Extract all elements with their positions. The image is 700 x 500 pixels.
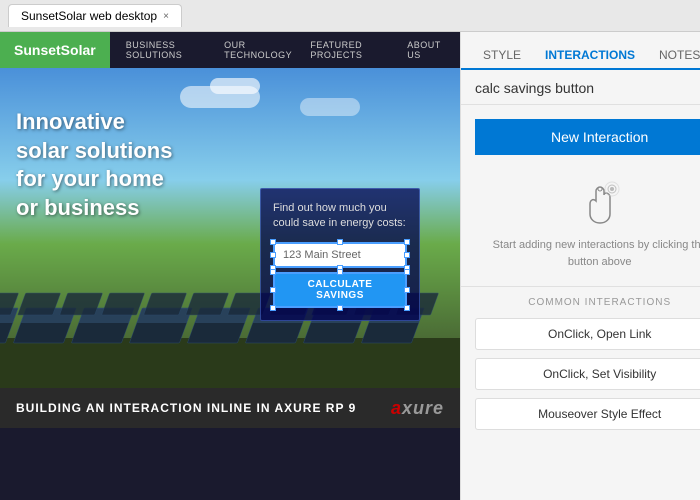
tab-interactions[interactable]: INTERACTIONS [533,42,647,70]
new-interaction-label: New Interaction [551,129,648,145]
nav-link-3[interactable]: FEATURED PROJECTS [310,40,389,60]
site-logo: SunsetSolar [0,32,110,68]
tab-label: SunsetSolar web desktop [21,9,157,23]
site-hero: Innovativesolar solutionsfor your homeor… [0,68,460,388]
btn-handle-tl[interactable] [270,269,276,275]
bottom-bar: BUILDING AN INTERACTION INLINE IN AXURE … [0,388,460,428]
divider [461,286,700,287]
cloud-3 [300,98,360,116]
right-panel: STYLE INTERACTIONS NOTES ⋮ calc savings … [460,32,700,500]
helper-text: Start adding new interactions by clickin… [461,237,700,270]
handle-mr[interactable] [404,252,410,258]
cloud-2 [210,78,260,94]
main-layout: SunsetSolar BUSINESS SOLUTIONS OUR TECHN… [0,32,700,500]
btn-handle-ml[interactable] [270,287,276,293]
nav-link-4[interactable]: ABOUT US [407,40,444,60]
btn-handle-br[interactable] [404,305,410,311]
btn-handle-bl[interactable] [270,305,276,311]
browser-tab[interactable]: SunsetSolar web desktop × [8,4,182,27]
calc-widget-title: Find out how much you could save in ener… [273,201,407,232]
calc-savings-button[interactable]: CALCULATE SAVINGS [273,272,407,308]
website-preview: SunsetSolar BUSINESS SOLUTIONS OUR TECHN… [0,32,460,500]
panel-scroll-area: calc savings button New Interaction ↗ [461,70,700,500]
click-icon [575,179,625,229]
hero-text: Innovativesolar solutionsfor your homeor… [16,108,172,222]
section-label: COMMON INTERACTIONS [461,297,700,308]
handle-tr[interactable] [404,239,410,245]
panel-tabs: STYLE INTERACTIONS NOTES ⋮ [461,32,700,70]
browser-chrome: SunsetSolar web desktop × [0,0,700,32]
nav-link-1[interactable]: BUSINESS SOLUTIONS [126,40,206,60]
nav-link-2[interactable]: OUR TECHNOLOGY [224,40,292,60]
btn-handle-mr[interactable] [404,287,410,293]
handle-ml[interactable] [270,252,276,258]
btn-handle-tr[interactable] [404,269,410,275]
interaction-item-2[interactable]: Mouseover Style Effect [475,398,700,430]
component-title: calc savings button [461,70,700,105]
btn-handle-bm[interactable] [337,305,343,311]
tab-close-button[interactable]: × [163,11,169,22]
tab-notes[interactable]: NOTES [647,42,700,70]
calc-widget: Find out how much you could save in ener… [260,188,420,321]
site-nav-links: BUSINESS SOLUTIONS OUR TECHNOLOGY FEATUR… [110,40,460,60]
new-interaction-button[interactable]: New Interaction ↗ [475,119,700,155]
handle-tm[interactable] [337,239,343,245]
calc-btn-wrapper: CALCULATE SAVINGS [273,272,407,308]
tab-style[interactable]: STYLE [471,42,533,70]
bottom-bar-text: BUILDING AN INTERACTION INLINE IN AXURE … [16,401,356,415]
click-icon-area [461,163,700,237]
interaction-item-0[interactable]: OnClick, Open Link [475,318,700,350]
btn-handle-tm[interactable] [337,269,343,275]
site-nav: SunsetSolar BUSINESS SOLUTIONS OUR TECHN… [0,32,460,68]
axure-logo: axure [391,398,444,419]
calc-input-wrapper [273,242,407,268]
interaction-item-1[interactable]: OnClick, Set Visibility [475,358,700,390]
handle-tl[interactable] [270,239,276,245]
